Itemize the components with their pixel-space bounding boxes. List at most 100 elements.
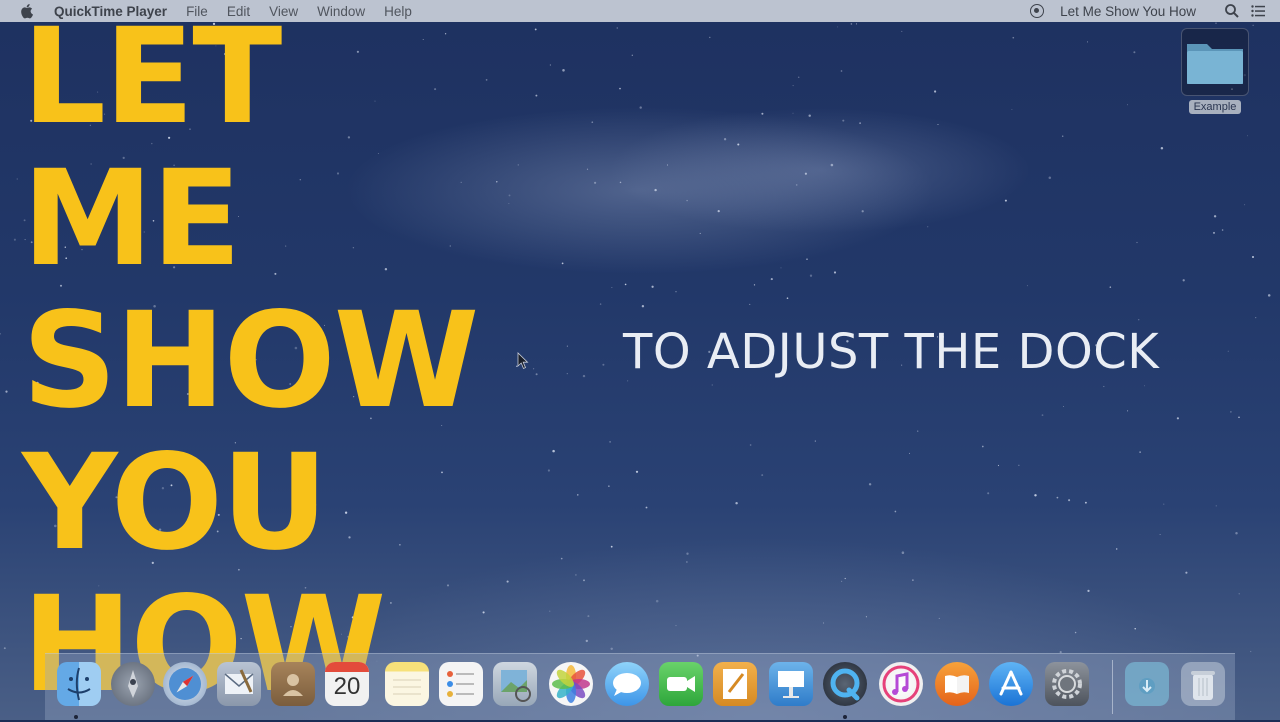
facetime-icon[interactable] (659, 662, 703, 706)
finder-icon[interactable] (57, 662, 101, 706)
star (3, 647, 6, 650)
safari-icon[interactable] (163, 662, 207, 706)
star (610, 545, 613, 548)
star (639, 106, 642, 109)
star (823, 622, 825, 624)
star (1163, 503, 1165, 505)
preview-icon[interactable] (493, 662, 537, 706)
star (1215, 505, 1217, 507)
star (837, 26, 839, 28)
star (577, 494, 579, 496)
spotlight-search-icon[interactable] (1224, 3, 1240, 19)
star (561, 262, 564, 265)
star (535, 373, 538, 376)
star (1238, 593, 1240, 595)
notification-center-icon[interactable] (1250, 3, 1266, 19)
star (792, 112, 794, 114)
star (602, 363, 605, 366)
notes-icon[interactable] (385, 662, 429, 706)
folder-icon (1187, 44, 1243, 84)
calendar-day: 20 (333, 673, 361, 700)
star (861, 210, 864, 213)
star (686, 199, 688, 202)
star (1074, 631, 1077, 634)
star (1127, 104, 1128, 106)
star (506, 580, 509, 583)
star (566, 345, 568, 347)
star (591, 121, 594, 124)
star (1267, 294, 1271, 297)
star (1255, 317, 1257, 319)
star (786, 297, 789, 300)
star (1246, 135, 1249, 137)
star (797, 76, 800, 79)
star (1137, 318, 1140, 321)
star (587, 615, 590, 618)
star (1041, 414, 1044, 416)
star (611, 286, 613, 288)
star (927, 226, 929, 228)
star (723, 138, 727, 141)
ibooks-icon[interactable] (935, 662, 979, 706)
keynote-icon[interactable] (769, 662, 813, 706)
star (594, 181, 597, 184)
star (753, 284, 756, 286)
star (981, 445, 984, 448)
star (16, 178, 18, 180)
desktop-folder-example[interactable]: Example (1179, 28, 1251, 115)
downloads-folder-icon[interactable] (1125, 662, 1169, 706)
photos-icon[interactable] (549, 662, 593, 706)
star (1139, 451, 1141, 453)
star (1127, 410, 1129, 412)
star (737, 143, 740, 146)
star (1109, 286, 1112, 288)
star (1062, 406, 1064, 407)
menu-extra-title[interactable]: Let Me Show You How (1060, 4, 1196, 19)
star (842, 119, 845, 122)
contacts-icon[interactable] (271, 662, 315, 706)
star (859, 122, 861, 124)
star (1235, 531, 1238, 535)
star (508, 203, 510, 205)
star (865, 616, 867, 618)
star (549, 64, 551, 66)
system-preferences-icon[interactable] (1045, 662, 1089, 706)
messages-icon[interactable] (605, 662, 649, 706)
folder-selection-highlight (1181, 28, 1249, 96)
running-indicator (843, 715, 847, 719)
launchpad-icon[interactable] (111, 662, 155, 706)
star (610, 647, 613, 651)
star (780, 267, 782, 269)
star (840, 70, 843, 72)
star (894, 510, 897, 513)
itunes-icon[interactable] (879, 662, 923, 706)
trash-icon[interactable] (1181, 662, 1225, 706)
star (645, 506, 648, 509)
reminders-icon[interactable] (439, 662, 483, 706)
calendar-icon[interactable]: 20 (325, 662, 369, 706)
star (1250, 650, 1252, 653)
star (1252, 24, 1254, 26)
star (552, 449, 555, 453)
app-store-icon[interactable] (989, 662, 1033, 706)
star (814, 440, 816, 442)
running-indicator (74, 715, 78, 719)
star (901, 551, 905, 554)
star (1034, 494, 1037, 497)
star (1103, 385, 1105, 388)
star (1221, 229, 1224, 231)
star (635, 470, 639, 473)
star (686, 552, 689, 555)
overlay-title: LET ME SHOW YOU HOW (22, 6, 479, 716)
star (699, 232, 701, 234)
star (1026, 285, 1028, 287)
mail-icon[interactable] (217, 662, 261, 706)
star (1185, 571, 1188, 574)
screen-recording-icon[interactable] (1030, 4, 1045, 18)
star (631, 54, 633, 56)
pages-icon[interactable] (713, 662, 757, 706)
quicktime-icon[interactable] (823, 662, 867, 706)
star (1056, 496, 1059, 499)
menu-extras: Let Me Show You How (1030, 3, 1266, 19)
star (1144, 385, 1145, 387)
